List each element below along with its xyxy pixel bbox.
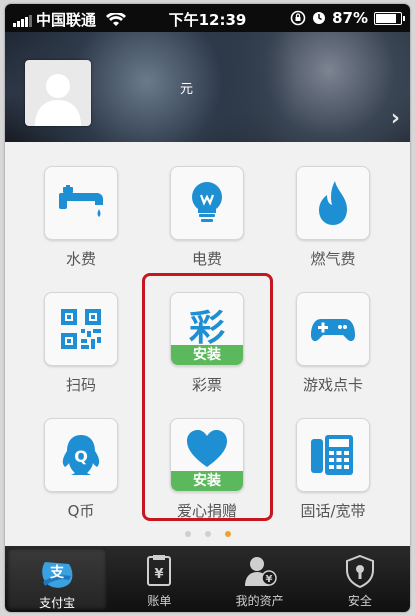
phone-screen: 中国联通 下午12:39 87% 元 › 水费 电费 燃气费 扫码 彩 安装 彩…: [5, 4, 410, 612]
svg-text:¥: ¥: [265, 574, 272, 585]
tab-bar: 支 支付宝 ¥ 账单 ¥ 我的资产 安全: [5, 546, 410, 612]
app-qcoin[interactable]: Q Q币: [26, 418, 136, 521]
app-tile[interactable]: [296, 166, 370, 240]
app-tile[interactable]: Q: [44, 418, 118, 492]
avatar[interactable]: [25, 60, 91, 126]
tab-label: 账单: [147, 594, 172, 608]
app-gas[interactable]: 燃气费: [278, 166, 388, 269]
app-scan[interactable]: 扫码: [26, 292, 136, 395]
page-dot[interactable]: [184, 531, 191, 537]
chevron-right-icon[interactable]: ›: [391, 106, 400, 131]
tab-label: 我的资产: [235, 594, 284, 608]
gamepad-icon: [311, 319, 355, 342]
faucet-icon: [59, 185, 103, 217]
status-bar: 中国联通 下午12:39 87%: [5, 4, 410, 32]
username: 元: [180, 82, 194, 97]
alipay-icon: 支: [42, 562, 73, 588]
app-label: 电费: [191, 250, 222, 268]
app-tile[interactable]: [296, 292, 370, 366]
assets-icon: ¥: [244, 557, 277, 586]
app-tile[interactable]: [296, 418, 370, 492]
tab-alipay[interactable]: 支 支付宝: [7, 548, 108, 610]
qq-penguin-icon: Q: [62, 435, 100, 475]
status-right: 87%: [290, 9, 405, 27]
highlight-box: [142, 273, 273, 521]
page-dot[interactable]: [204, 531, 211, 537]
battery-icon: [374, 11, 405, 25]
app-tile[interactable]: [44, 166, 118, 240]
tab-security[interactable]: 安全: [310, 546, 410, 612]
page-dot-active[interactable]: [224, 531, 231, 537]
app-label: 水费: [65, 250, 96, 268]
default-user-icon: [35, 74, 81, 126]
svg-text:支: 支: [49, 564, 65, 581]
bill-icon: ¥: [147, 555, 172, 586]
app-electricity[interactable]: 电费: [152, 166, 262, 269]
rotation-lock-icon: [290, 10, 306, 26]
tab-label: 安全: [347, 594, 372, 608]
app-label: Q币: [67, 502, 95, 520]
shield-icon: [345, 554, 374, 588]
app-landline[interactable]: 固话/宽带: [278, 418, 388, 521]
profile-header[interactable]: 元 ›: [5, 32, 410, 142]
app-label: 游戏点卡: [302, 376, 363, 394]
lightbulb-icon: [192, 182, 222, 222]
app-label: 燃气费: [310, 250, 356, 268]
qr-code-icon: [61, 309, 101, 349]
app-tile[interactable]: [170, 166, 244, 240]
phone-icon: [311, 435, 353, 475]
alarm-icon: [313, 12, 326, 24]
app-water[interactable]: 水费: [26, 166, 136, 269]
svg-text:Q: Q: [74, 447, 88, 466]
tab-bill[interactable]: ¥ 账单: [109, 546, 209, 612]
app-tile[interactable]: [44, 292, 118, 366]
tab-label: 支付宝: [39, 596, 76, 610]
page-indicator[interactable]: [5, 531, 410, 537]
battery-percent: 87%: [332, 9, 368, 27]
app-game-card[interactable]: 游戏点卡: [278, 292, 388, 395]
svg-text:¥: ¥: [155, 567, 164, 582]
app-label: 扫码: [65, 376, 96, 394]
app-label: 固话/宽带: [300, 502, 366, 520]
flame-icon: [319, 181, 347, 225]
tab-assets[interactable]: ¥ 我的资产: [210, 546, 310, 612]
